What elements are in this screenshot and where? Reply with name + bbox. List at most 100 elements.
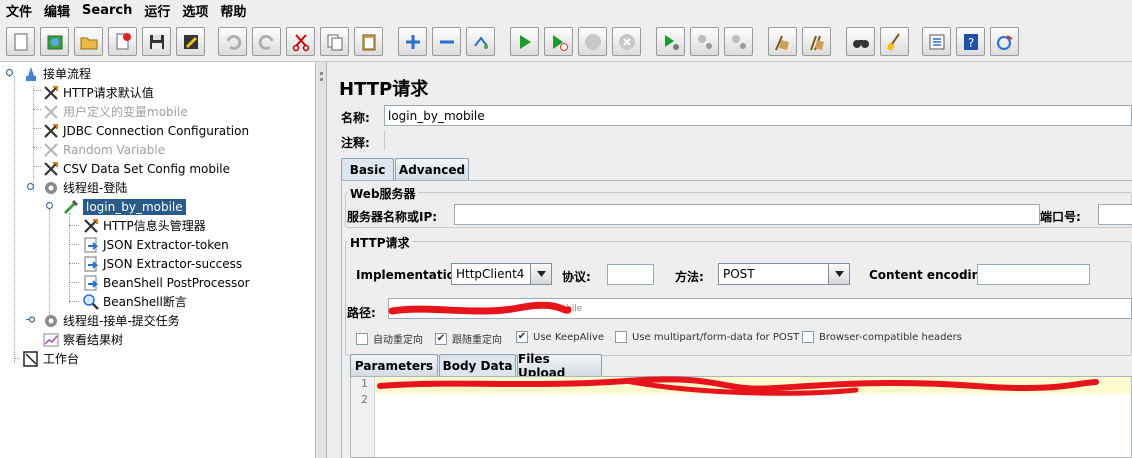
start-button[interactable] <box>510 27 539 56</box>
post-processor-icon <box>84 237 99 252</box>
open-button[interactable] <box>74 27 103 56</box>
save-button[interactable] <box>142 27 171 56</box>
function-helper-icon <box>929 34 944 49</box>
remote-start-button[interactable] <box>656 27 685 56</box>
help-icon: ? <box>963 33 978 50</box>
menu-edit[interactable]: 编辑 <box>44 1 70 20</box>
tree-node-login-by-mobile[interactable]: login_by_mobile <box>62 197 186 216</box>
stop-button[interactable] <box>578 27 607 56</box>
redo-icon <box>258 34 273 50</box>
close-button[interactable] <box>108 27 137 56</box>
tree-node-workbench[interactable]: 工作台 <box>22 349 79 368</box>
tree-node-thread-group-submit[interactable]: 线程组-接单-提交任务 <box>42 311 180 330</box>
reset-search-icon <box>886 32 900 51</box>
reset-search-button[interactable] <box>880 27 909 56</box>
menu-run[interactable]: 运行 <box>144 1 170 20</box>
remote-stop-button[interactable] <box>690 27 719 56</box>
checkbox-label: Browser-compatible headers <box>819 331 962 343</box>
splitter-grip <box>320 72 323 75</box>
tab-basic[interactable]: Basic <box>341 158 394 180</box>
tree-node-jdbc-config[interactable]: JDBC Connection Configuration <box>42 121 249 140</box>
name-field[interactable]: login_by_mobile <box>384 105 1132 126</box>
tree-node-http-defaults[interactable]: HTTP请求默认值 <box>42 83 154 102</box>
chevron-down-icon[interactable] <box>828 264 849 284</box>
method-label: 方法: <box>675 270 704 284</box>
remote-shutdown-button[interactable] <box>724 27 753 56</box>
tree-connector <box>14 76 15 363</box>
follow-redirect-checkbox[interactable]: ✔ 跟随重定向 <box>435 331 502 346</box>
tree-node-beanshell-assertion[interactable]: BeanShell断言 <box>82 292 187 311</box>
tree-node-random-variable[interactable]: Random Variable <box>42 140 165 159</box>
tree-node-header-manager[interactable]: HTTP信息头管理器 <box>82 216 206 235</box>
implementation-select[interactable]: HttpClient4 <box>451 263 552 285</box>
search-button[interactable] <box>846 27 875 56</box>
clear-icon <box>774 35 789 50</box>
multipart-checkbox[interactable]: Use multipart/form-data for POST <box>615 331 799 343</box>
undo-button[interactable] <box>218 27 247 56</box>
remote-stop-icon <box>697 34 712 49</box>
tree-connector <box>33 90 41 91</box>
cut-button[interactable] <box>286 27 315 56</box>
paste-icon <box>362 34 375 50</box>
templates-button[interactable] <box>40 27 69 56</box>
protocol-field[interactable] <box>607 264 654 285</box>
tree-node-json-extractor-success[interactable]: JSON Extractor-success <box>82 254 242 273</box>
save-screenshot-icon <box>183 34 198 49</box>
menu-search[interactable]: Search <box>82 3 132 18</box>
start-no-timers-button[interactable] <box>544 27 573 56</box>
tree-node-csv-config[interactable]: CSV Data Set Config mobile <box>42 159 230 178</box>
tree-node-view-results-tree[interactable]: 察看结果树 <box>42 330 123 349</box>
tab-advanced[interactable]: Advanced <box>395 158 469 180</box>
menu-help[interactable]: 帮助 <box>220 1 246 20</box>
tree-connector <box>69 213 70 303</box>
tree-node-label: CSV Data Set Config mobile <box>63 161 231 176</box>
new-button[interactable] <box>6 27 35 56</box>
expand-button[interactable] <box>398 27 427 56</box>
chevron-down-icon[interactable] <box>530 264 551 284</box>
tree-node-label: 接单流程 <box>43 67 92 81</box>
tree-node-thread-group-login[interactable]: 线程组-登陆 <box>42 178 127 197</box>
toggle-button[interactable] <box>466 27 495 56</box>
tree-node-user-variables[interactable]: 用户定义的变量mobile <box>42 102 188 121</box>
collapse-button[interactable] <box>432 27 461 56</box>
tab-body-data[interactable]: Body Data <box>439 354 516 376</box>
content-encoding-field[interactable] <box>977 264 1090 285</box>
tree-expand-toggle[interactable] <box>5 68 14 77</box>
help-button[interactable]: ? <box>956 27 985 56</box>
tree-connector <box>14 358 20 359</box>
tree-node-label: JSON Extractor-success <box>103 256 243 271</box>
paste-button[interactable] <box>354 27 383 56</box>
tree-node-json-extractor-token[interactable]: JSON Extractor-token <box>82 235 229 254</box>
tree-node-label: BeanShell PostProcessor <box>103 275 250 290</box>
clear-button[interactable] <box>768 27 797 56</box>
server-name-field[interactable] <box>454 204 1040 225</box>
panel-splitter[interactable] <box>317 62 327 458</box>
tree-expand-toggle[interactable] <box>26 315 35 324</box>
tree-node-test-plan[interactable]: 接单流程 <box>22 64 91 83</box>
clear-all-button[interactable] <box>802 27 831 56</box>
menu-file[interactable]: 文件 <box>6 1 32 20</box>
tree-connector <box>33 166 41 167</box>
test-plan-tree[interactable]: 接单流程 HTTP请求默认值 用户定义的变量mobile JDBC Connec… <box>0 62 316 458</box>
auto-redirect-checkbox[interactable]: 自动重定向 <box>356 331 423 346</box>
redo-button[interactable] <box>252 27 281 56</box>
tab-files-upload[interactable]: Files Upload <box>517 352 602 380</box>
method-select[interactable]: POST <box>718 263 850 285</box>
function-helper-button[interactable] <box>922 27 951 56</box>
menu-options[interactable]: 选项 <box>182 1 208 20</box>
page-title: HTTP请求 <box>339 79 429 100</box>
comment-field[interactable] <box>384 130 1132 151</box>
tree-node-label: Random Variable <box>63 142 166 157</box>
tree-node-beanshell-postprocessor[interactable]: BeanShell PostProcessor <box>82 273 250 292</box>
tree-expand-toggle[interactable] <box>45 201 54 210</box>
shutdown-button[interactable] <box>612 27 641 56</box>
port-field[interactable] <box>1098 204 1132 225</box>
name-label: 名称: <box>341 111 370 125</box>
tab-parameters[interactable]: Parameters <box>350 354 438 376</box>
copy-button[interactable] <box>320 27 349 56</box>
log-viewer-button[interactable] <box>990 27 1019 56</box>
tree-expand-toggle[interactable] <box>26 182 35 191</box>
browser-compatible-checkbox[interactable]: Browser-compatible headers <box>802 331 962 343</box>
save-screenshot-button[interactable] <box>176 27 205 56</box>
keepalive-checkbox[interactable]: ✔ Use KeepAlive <box>516 331 604 343</box>
